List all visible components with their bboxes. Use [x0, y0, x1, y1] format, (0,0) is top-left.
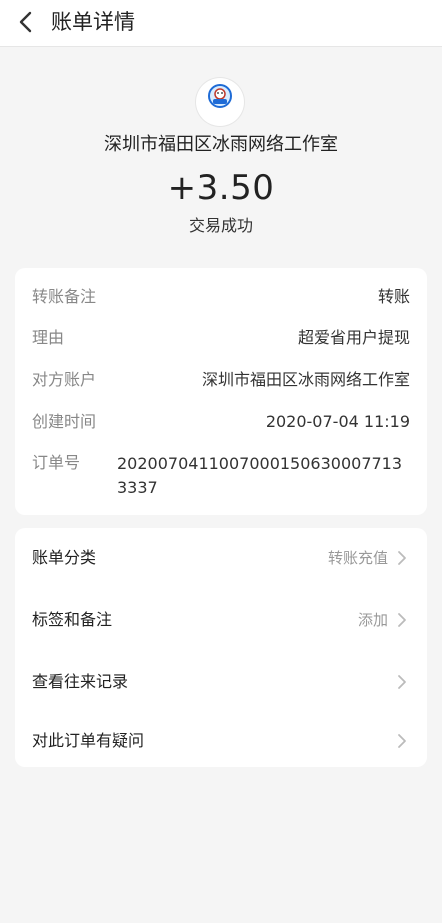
transaction-status: 交易成功	[188, 216, 253, 235]
detail-row-order-number: 订单号 20200704110070001506300077133337	[32, 452, 410, 506]
item-label: 查看往来记录	[32, 672, 129, 691]
merchant-logo	[196, 78, 244, 126]
chevron-right-icon	[398, 734, 406, 748]
bill-category-item[interactable]: 账单分类 转账充值	[32, 538, 410, 578]
actions-card: 账单分类 转账充值 标签和备注 添加 查看往来记录 对此订单有疑问	[15, 528, 427, 767]
detail-value: 超爱省用户提现	[297, 328, 410, 347]
chevron-right-icon	[398, 613, 406, 627]
detail-value: 2020-07-04 11:19	[265, 412, 410, 431]
item-label: 对此订单有疑问	[32, 731, 145, 750]
tags-and-notes-item[interactable]: 标签和备注 添加	[32, 600, 410, 640]
item-label: 账单分类	[32, 548, 97, 567]
detail-label: 转账备注	[32, 287, 97, 306]
item-value: 转账充值	[327, 549, 388, 567]
back-button[interactable]	[12, 8, 40, 36]
view-history-item[interactable]: 查看往来记录	[32, 662, 410, 702]
detail-label: 创建时间	[32, 412, 97, 431]
merchant-name: 深圳市福田区冰雨网络工作室	[104, 134, 338, 155]
detail-label: 理由	[32, 328, 65, 347]
details-card: 转账备注 转账 理由 超爱省用户提现 对方账户 深圳市福田区冰雨网络工作室 创建…	[15, 268, 427, 515]
top-bar: 账单详情	[0, 0, 442, 47]
chevron-left-icon	[19, 11, 32, 33]
detail-value: 深圳市福田区冰雨网络工作室	[201, 370, 410, 389]
merchant-logo-icon	[208, 84, 232, 108]
detail-label: 对方账户	[32, 370, 97, 389]
chevron-right-icon	[398, 551, 406, 565]
order-number-value: 20200704110070001506300077133337	[117, 454, 403, 497]
item-value: 添加	[357, 611, 388, 629]
detail-label: 订单号	[32, 453, 81, 472]
order-question-item[interactable]: 对此订单有疑问	[32, 721, 410, 761]
chevron-right-icon	[398, 675, 406, 689]
transaction-amount: +3.50	[167, 168, 275, 208]
detail-value: 转账	[377, 287, 410, 306]
item-label: 标签和备注	[32, 610, 113, 629]
page-title: 账单详情	[51, 10, 135, 34]
transaction-header: 深圳市福田区冰雨网络工作室 +3.50 交易成功	[0, 47, 442, 257]
